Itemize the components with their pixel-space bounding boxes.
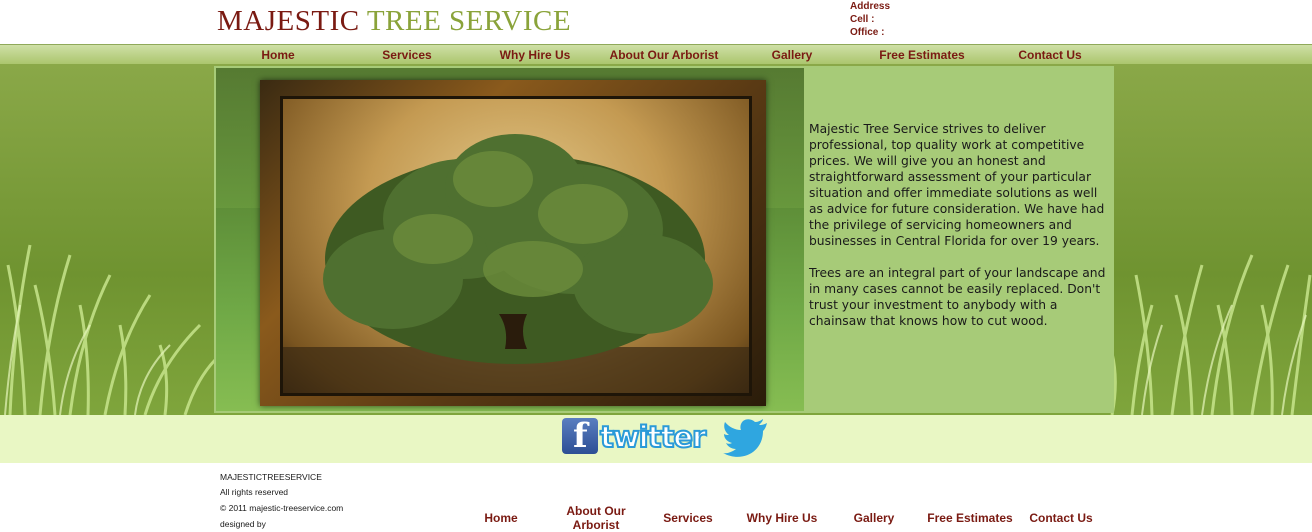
nav-contact-us[interactable]: Contact Us: [1010, 45, 1090, 65]
site-header: MAJESTIC TREE SERVICE Address Cell : Off…: [0, 0, 1312, 44]
hero-photo: [216, 68, 804, 411]
twitter-link[interactable]: twitter: [599, 419, 707, 455]
facebook-letter: f: [573, 416, 588, 456]
footer-nav-contact-us[interactable]: Contact Us: [1024, 511, 1098, 525]
nav-free-estimates[interactable]: Free Estimates: [870, 45, 974, 65]
nav-about-our-arborist[interactable]: About Our Arborist: [604, 45, 724, 65]
address-label: Address: [850, 1, 891, 12]
cell-label: Cell :: [850, 14, 875, 25]
tree-illustration: [283, 134, 749, 393]
hero-band: Majestic Tree Service strives to deliver…: [0, 64, 1312, 415]
facebook-icon[interactable]: f: [562, 416, 598, 456]
framed-tree-image: [280, 96, 752, 396]
picture-frame: [260, 80, 766, 406]
intro-paragraph-2: Trees are an integral part of your lands…: [809, 266, 1106, 328]
logo-word-tree-service: TREE SERVICE: [366, 5, 572, 37]
footer-nav-services[interactable]: Services: [654, 511, 722, 525]
office-label: Office :: [850, 27, 885, 38]
footer-nav-about-our-arborist[interactable]: About Our Arborist: [556, 504, 636, 532]
content-panel: Majestic Tree Service strives to deliver…: [214, 66, 1114, 413]
footer-copyright: © 2011 majestic-treeservice.com: [220, 503, 344, 513]
footer-nav-why-hire-us[interactable]: Why Hire Us: [740, 511, 824, 525]
nav-gallery[interactable]: Gallery: [752, 45, 832, 65]
twitter-bird-icon[interactable]: [723, 417, 769, 457]
nav-why-hire-us[interactable]: Why Hire Us: [490, 45, 580, 65]
intro-paragraph-1: Majestic Tree Service strives to deliver…: [809, 122, 1105, 248]
grass-decoration-left: [4, 244, 217, 415]
intro-text: Majestic Tree Service strives to deliver…: [809, 121, 1114, 345]
footer-nav-free-estimates[interactable]: Free Estimates: [922, 511, 1018, 525]
footer-designed-by: designed by: [220, 519, 266, 529]
logo-word-majestic: MAJESTIC: [217, 5, 360, 37]
footer-company: MAJESTICTREESERVICE: [220, 472, 322, 482]
footer-nav-gallery[interactable]: Gallery: [844, 511, 904, 525]
site-footer: MAJESTICTREESERVICE All rights reserved …: [0, 463, 1312, 532]
main-nav: Home Services Why Hire Us About Our Arbo…: [0, 44, 1312, 65]
contact-info: Address Cell : Office :: [850, 0, 890, 39]
site-logo[interactable]: MAJESTIC TREE SERVICE: [217, 4, 571, 38]
nav-home[interactable]: Home: [238, 45, 318, 65]
grass-decoration-right: [1100, 254, 1312, 415]
nav-services[interactable]: Services: [362, 45, 452, 65]
footer-rights: All rights reserved: [220, 487, 289, 497]
social-band: f twitter: [0, 415, 1312, 463]
footer-nav-home[interactable]: Home: [471, 511, 531, 525]
